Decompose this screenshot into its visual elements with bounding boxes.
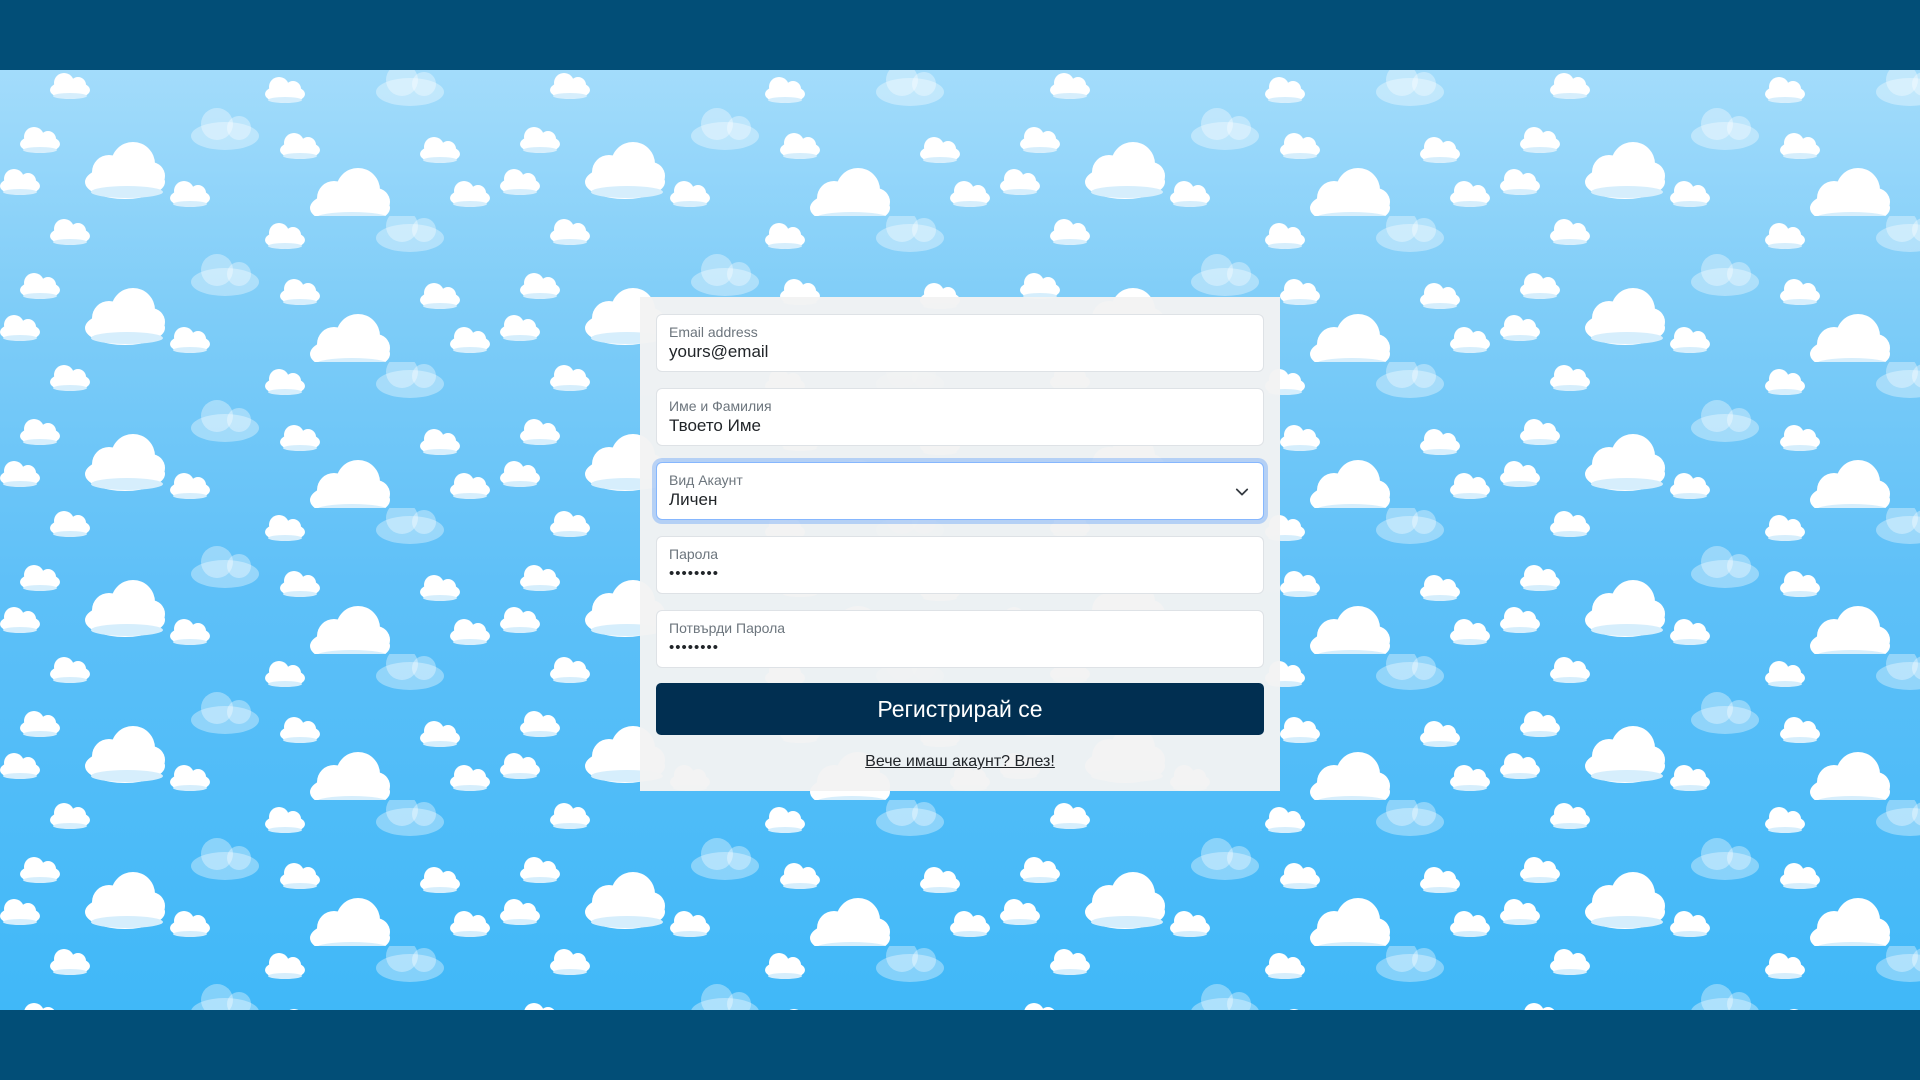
password-label: Парола [669, 546, 719, 562]
confirm-password-label: Потвърди Парола [669, 620, 786, 636]
name-field[interactable]: Име и Фамилия Твоето Име [656, 388, 1264, 446]
name-value[interactable]: Твоето Име [669, 416, 761, 436]
confirm-password-field[interactable]: Потвърди Парола •••••••• [656, 610, 1264, 668]
password-field[interactable]: Парола •••••••• [656, 536, 1264, 594]
top-bar [0, 0, 1920, 70]
name-label: Име и Фамилия [669, 398, 772, 414]
register-button[interactable]: Регистрирай се [656, 683, 1264, 735]
page: Email address yours@email Име и Фамилия … [0, 0, 1920, 1080]
account-type-label: Вид Акаунт [669, 472, 743, 488]
email-field[interactable]: Email address yours@email [656, 314, 1264, 372]
account-type-select[interactable]: Вид Акаунт Личен [656, 462, 1264, 520]
email-value[interactable]: yours@email [669, 342, 768, 362]
login-link[interactable]: Вече имаш акаунт? Влез! [865, 753, 1055, 770]
account-type-value[interactable]: Личен [669, 490, 717, 510]
register-form: Email address yours@email Име и Фамилия … [640, 297, 1280, 791]
bottom-bar [0, 1010, 1920, 1080]
login-link-container: Вече имаш акаунт? Влез! [640, 753, 1280, 771]
password-value[interactable]: •••••••• [669, 565, 719, 582]
email-label: Email address [669, 324, 758, 340]
confirm-password-value[interactable]: •••••••• [669, 639, 719, 656]
chevron-down-icon[interactable] [1235, 485, 1249, 499]
